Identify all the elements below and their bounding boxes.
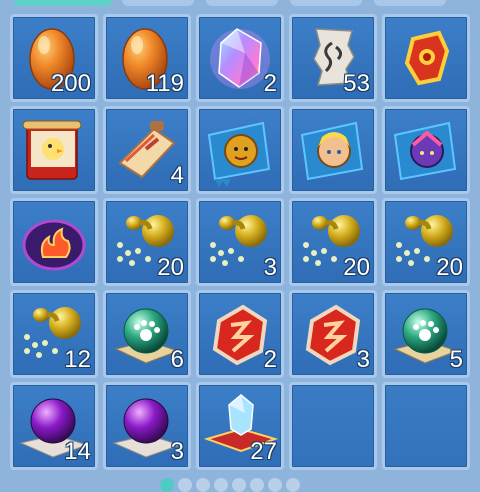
item-count: 5 bbox=[449, 346, 463, 373]
item-count: 119 bbox=[145, 70, 184, 97]
inventory-slot[interactable]: 119 bbox=[103, 14, 191, 102]
inventory-slot[interactable]: 5 bbox=[382, 290, 470, 378]
item-count: 14 bbox=[64, 438, 91, 465]
inventory-slot[interactable] bbox=[289, 106, 377, 194]
flame-crest-icon bbox=[13, 201, 95, 283]
inventory-slot[interactable]: 14 bbox=[10, 382, 98, 470]
inventory-slot[interactable] bbox=[196, 106, 284, 194]
page-dot[interactable] bbox=[268, 478, 282, 492]
page-dot[interactable] bbox=[214, 478, 228, 492]
inventory-slot[interactable]: 20 bbox=[382, 198, 470, 286]
inventory-slot[interactable]: 3 bbox=[196, 198, 284, 286]
page-dot[interactable] bbox=[196, 478, 210, 492]
item-count: 4 bbox=[170, 162, 184, 189]
tab-active[interactable] bbox=[14, 0, 112, 6]
page-dot[interactable] bbox=[178, 478, 192, 492]
item-count: 20 bbox=[436, 254, 463, 281]
inventory-slot[interactable]: 3 bbox=[289, 290, 377, 378]
page-dot[interactable] bbox=[250, 478, 264, 492]
inventory-slot[interactable]: 3 bbox=[103, 382, 191, 470]
blonde-hero-banner-icon bbox=[292, 109, 374, 191]
item-count: 6 bbox=[170, 346, 184, 373]
inventory-slot[interactable]: 2 bbox=[196, 14, 284, 102]
item-count: 2 bbox=[263, 346, 277, 373]
item-count: 200 bbox=[50, 70, 91, 97]
item-count: 3 bbox=[263, 254, 277, 281]
inventory-slot[interactable]: 12 bbox=[10, 290, 98, 378]
lion-hero-banner-icon bbox=[199, 109, 281, 191]
item-count: 3 bbox=[356, 346, 370, 373]
tab[interactable] bbox=[290, 0, 362, 6]
item-count: 53 bbox=[343, 70, 370, 97]
inventory-grid: 200 119 2 53 4 20 3 20 20 12 6 2 3 5 14 … bbox=[10, 14, 470, 470]
item-count: 20 bbox=[157, 254, 184, 281]
inventory-slot[interactable]: 20 bbox=[289, 198, 377, 286]
red-gold-artifact-icon bbox=[385, 17, 467, 99]
item-count: 3 bbox=[170, 438, 184, 465]
item-count: 12 bbox=[64, 346, 91, 373]
inventory-slot[interactable] bbox=[10, 106, 98, 194]
inventory-slot-empty[interactable] bbox=[382, 382, 470, 470]
inventory-slot[interactable] bbox=[382, 106, 470, 194]
inventory-slot[interactable]: 53 bbox=[289, 14, 377, 102]
tab[interactable] bbox=[206, 0, 278, 6]
inventory-slot-empty[interactable] bbox=[289, 382, 377, 470]
top-tab-strip bbox=[0, 0, 480, 8]
inventory-slot[interactable]: 27 bbox=[196, 382, 284, 470]
purple-hero-banner-icon bbox=[385, 109, 467, 191]
tab[interactable] bbox=[122, 0, 194, 6]
inventory-slot[interactable] bbox=[382, 14, 470, 102]
inventory-slot[interactable] bbox=[10, 198, 98, 286]
page-indicator bbox=[160, 478, 300, 492]
inventory-slot[interactable]: 4 bbox=[103, 106, 191, 194]
page-dot-active[interactable] bbox=[160, 478, 174, 492]
inventory-slot[interactable]: 6 bbox=[103, 290, 191, 378]
item-count: 2 bbox=[263, 70, 277, 97]
inventory-slot[interactable]: 20 bbox=[103, 198, 191, 286]
page-dot[interactable] bbox=[286, 478, 300, 492]
inventory-slot[interactable]: 200 bbox=[10, 14, 98, 102]
inventory-slot[interactable]: 2 bbox=[196, 290, 284, 378]
chick-banner-scroll-icon bbox=[13, 109, 95, 191]
item-count: 20 bbox=[343, 254, 370, 281]
tab[interactable] bbox=[374, 0, 446, 6]
item-count: 27 bbox=[250, 438, 277, 465]
page-dot[interactable] bbox=[232, 478, 246, 492]
